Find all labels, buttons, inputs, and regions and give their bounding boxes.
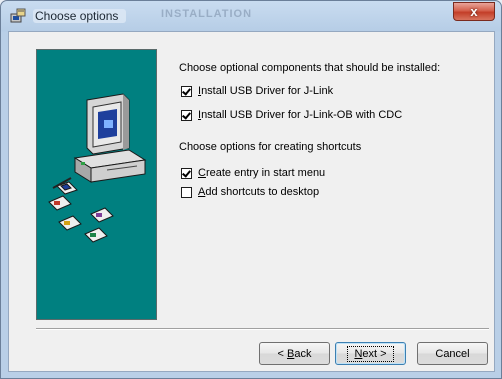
checkbox-desktop-shortcuts[interactable]: Add shortcuts to desktop: [181, 186, 319, 198]
window-title: Choose options: [33, 9, 127, 23]
checkbox-label: Install USB Driver for J-Link-OB with CD…: [198, 109, 403, 121]
background-window-title: INSTALLATION: [161, 8, 253, 20]
title-bar[interactable]: Choose options INSTALLATION x: [1, 1, 501, 31]
checkbox-start-menu-entry[interactable]: Create entry in start menu: [181, 167, 325, 179]
shortcuts-heading: Choose options for creating shortcuts: [179, 141, 362, 153]
checkbox-usb-driver-jlink-ob-cdc[interactable]: Install USB Driver for J-Link-OB with CD…: [181, 109, 402, 121]
dialog-client-area: Choose optional components that should b…: [8, 31, 495, 372]
back-button[interactable]: < Back: [259, 342, 330, 365]
installer-icon: [10, 8, 26, 23]
dialog-window: Choose options INSTALLATION x Choose opt…: [0, 0, 502, 379]
checkbox-box[interactable]: [181, 167, 192, 179]
checkbox-label: Create entry in start menu: [198, 167, 326, 179]
banner-image: [36, 49, 157, 320]
checkbox-box[interactable]: [181, 85, 192, 97]
close-icon: x: [470, 4, 478, 19]
back-button-label: < Back: [277, 347, 312, 360]
checkbox-usb-driver-jlink[interactable]: Install USB Driver for J-Link: [181, 85, 333, 97]
footer-divider: [36, 328, 489, 330]
checkbox-label: Install USB Driver for J-Link: [198, 85, 334, 97]
checkbox-box[interactable]: [181, 186, 192, 198]
checkbox-box[interactable]: [181, 109, 192, 121]
next-button-label: Next >: [347, 345, 394, 362]
cancel-button[interactable]: Cancel: [417, 342, 488, 365]
checkbox-label: Add shortcuts to desktop: [198, 186, 320, 198]
close-button[interactable]: x: [453, 2, 495, 21]
components-heading: Choose optional components that should b…: [179, 62, 441, 74]
cancel-button-label: Cancel: [435, 347, 470, 360]
next-button[interactable]: Next >: [335, 342, 406, 365]
computer-with-disks-illustration: [48, 93, 147, 243]
